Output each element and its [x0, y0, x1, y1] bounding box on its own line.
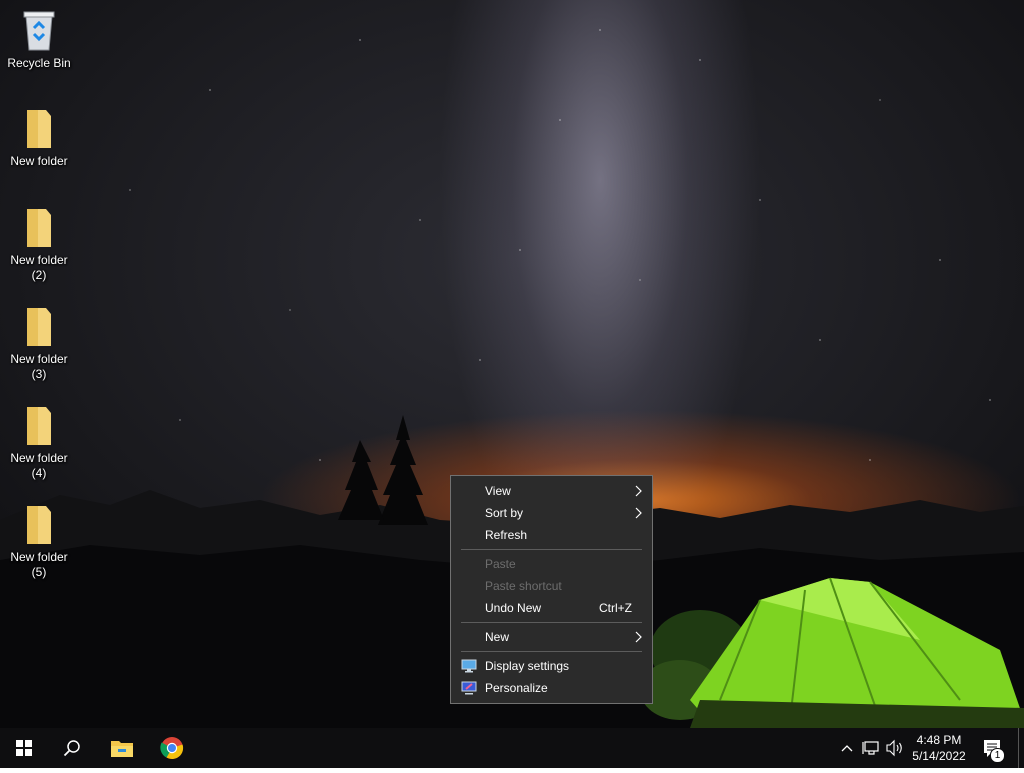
recycle-bin-icon [23, 11, 55, 51]
menu-item-label: Display settings [485, 659, 570, 673]
menu-item-undo-new[interactable]: Undo New Ctrl+Z [451, 597, 652, 619]
menu-item-paste-shortcut: Paste shortcut [451, 575, 652, 597]
menu-item-shortcut: Ctrl+Z [599, 601, 632, 615]
file-explorer-button[interactable] [98, 728, 146, 768]
menu-item-label: Undo New [485, 601, 542, 615]
folder-icon [27, 506, 51, 544]
taskbar: 4:48 PM 5/14/2022 [0, 728, 1024, 768]
chrome-button[interactable] [148, 728, 196, 768]
chevron-right-icon [635, 631, 642, 643]
desktop-icon-new-folder-3[interactable]: New folder (3) [4, 306, 74, 382]
menu-item-paste: Paste [451, 553, 652, 575]
menu-item-new[interactable]: New [451, 626, 652, 648]
folder-icon [27, 110, 51, 148]
menu-item-label: New [485, 630, 510, 644]
network-icon [862, 741, 879, 755]
personalize-icon [461, 681, 477, 695]
chevron-up-icon [841, 745, 853, 752]
desktop-context-menu: View Sort by Refresh Paste Paste shortcu… [450, 475, 653, 704]
clock-time: 4:48 PM [916, 733, 962, 747]
desktop-icon-label: New folder (2) [10, 253, 68, 282]
menu-separator [461, 651, 642, 652]
start-button[interactable] [0, 728, 48, 768]
desktop-icon-label: New folder (4) [10, 451, 68, 480]
volume-tray-button[interactable] [884, 728, 906, 768]
show-desktop-button[interactable] [1018, 728, 1024, 768]
folder-icon [27, 308, 51, 346]
menu-item-label: View [485, 484, 511, 498]
desktop-icon-label: New folder [10, 154, 68, 168]
start-icon [16, 740, 32, 756]
clock-date: 5/14/2022 [912, 749, 966, 763]
menu-item-label: Sort by [485, 506, 524, 520]
file-explorer-icon [111, 741, 133, 757]
chevron-right-icon [635, 485, 642, 497]
desktop-icon-label: New folder (5) [10, 550, 68, 579]
desktop-icon-new-folder[interactable]: New folder [4, 108, 74, 169]
display-settings-icon [461, 659, 477, 673]
desktop-icon-label: Recycle Bin [7, 56, 71, 70]
folder-icon [27, 209, 51, 247]
menu-item-label: Refresh [485, 528, 528, 542]
desktop-icon-new-folder-2[interactable]: New folder (2) [4, 207, 74, 283]
folder-icon [27, 407, 51, 445]
desktop-icon-new-folder-4[interactable]: New folder (4) [4, 405, 74, 481]
taskbar-clock[interactable]: 4:48 PM 5/14/2022 [905, 732, 973, 764]
menu-item-label: Paste shortcut [485, 579, 562, 593]
menu-item-label: Personalize [485, 681, 548, 695]
menu-item-refresh[interactable]: Refresh [451, 524, 652, 546]
menu-item-sort-by[interactable]: Sort by [451, 502, 652, 524]
network-tray-button[interactable] [860, 728, 882, 768]
chevron-right-icon [635, 507, 642, 519]
menu-separator [461, 622, 642, 623]
desktop-icon-recycle-bin[interactable]: Recycle Bin [4, 8, 74, 71]
desktop[interactable]: Recycle Bin New folder New folder (2) Ne… [0, 0, 1024, 728]
desktop-icon-label: New folder (3) [10, 352, 68, 381]
menu-separator [461, 549, 642, 550]
speaker-icon [886, 739, 902, 757]
menu-item-view[interactable]: View [451, 480, 652, 502]
menu-item-label: Paste [485, 557, 516, 571]
search-icon [63, 740, 80, 757]
show-hidden-icons-button[interactable] [838, 728, 856, 768]
notification-count-badge: 1 [990, 748, 1005, 763]
desktop-icon-new-folder-5[interactable]: New folder (5) [4, 504, 74, 580]
menu-item-personalize[interactable]: Personalize [451, 677, 652, 699]
chrome-icon [160, 737, 184, 760]
menu-item-display-settings[interactable]: Display settings [451, 655, 652, 677]
search-button[interactable] [48, 728, 96, 768]
